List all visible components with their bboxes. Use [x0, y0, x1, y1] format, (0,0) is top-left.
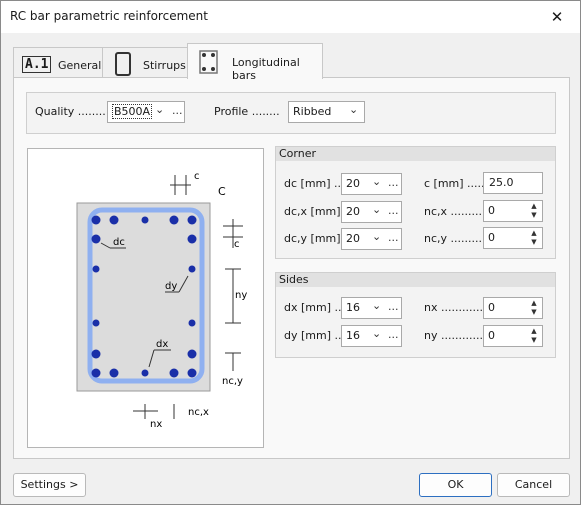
longitudinal-bars-icon: [199, 50, 218, 74]
spin-up-icon[interactable]: ▲: [527, 327, 541, 336]
ny-value: 0: [488, 329, 495, 342]
dim-c-top: c: [194, 171, 200, 182]
more-button[interactable]: ...: [388, 300, 399, 313]
quality-value: B500A: [112, 104, 153, 119]
general-tab-icon: A.1: [22, 56, 52, 73]
dc-label: dc [mm] ....: [284, 177, 349, 190]
dc-select[interactable]: 20 ⌄ ...: [341, 173, 402, 195]
settings-button[interactable]: Settings >: [13, 473, 86, 497]
quality-label: Quality ........: [35, 105, 106, 118]
spin-up-icon[interactable]: ▲: [527, 202, 541, 211]
dx-label: dx [mm] ....: [284, 301, 349, 314]
title-bar: RC bar parametric reinforcement ✕: [1, 1, 580, 33]
dy-label: dy [mm] ....: [284, 329, 349, 342]
stirrup-icon: [115, 52, 131, 76]
c-label: c [mm] ......: [424, 177, 489, 190]
profile-select[interactable]: Ribbed ⌄: [288, 101, 365, 123]
more-button[interactable]: ...: [172, 104, 183, 117]
spin-up-icon[interactable]: ▲: [527, 229, 541, 238]
section-diagram-svg: c C c dc dy dx ny nc,y nx nc,x: [76, 171, 247, 430]
tab-longitudinal-bars-label: Longitudinal bars: [232, 56, 300, 82]
quality-select[interactable]: B500A ⌄ ...: [107, 101, 185, 123]
chevron-down-icon: ⌄: [349, 103, 359, 116]
dy-value: 16: [346, 329, 360, 342]
nx-spinner[interactable]: 0 ▲ ▼: [483, 297, 543, 319]
dim-C: C: [218, 185, 226, 198]
more-button[interactable]: ...: [388, 231, 399, 244]
dim-ny: ny: [235, 290, 247, 301]
chevron-down-icon: ⌄: [372, 203, 382, 216]
dcy-value: 20: [346, 232, 360, 245]
dcx-value: 20: [346, 205, 360, 218]
dim-ncx: nc,x: [188, 407, 209, 418]
spin-down-icon[interactable]: ▼: [527, 238, 541, 247]
dialog-window: RC bar parametric reinforcement ✕ A.1 Ge…: [0, 0, 581, 505]
spin-down-icon[interactable]: ▼: [527, 308, 541, 317]
chevron-down-icon: ⌄: [155, 103, 165, 116]
sides-group-header: Sides: [276, 273, 555, 287]
dim-dx: dx: [156, 339, 168, 350]
ny-spinner[interactable]: 0 ▲ ▼: [483, 325, 543, 347]
dim-c-right: c: [234, 239, 240, 250]
tab-general[interactable]: A.1 General: [13, 47, 104, 78]
ok-button[interactable]: OK: [419, 473, 492, 497]
tab-stirrups-label: Stirrups: [143, 59, 186, 72]
spin-down-icon[interactable]: ▼: [527, 336, 541, 345]
dcy-select[interactable]: 20 ⌄ ...: [341, 228, 402, 250]
ny-label: ny ............: [424, 329, 483, 342]
dy-select[interactable]: 16 ⌄ ...: [341, 325, 402, 347]
chevron-down-icon: ⌄: [372, 230, 382, 243]
ncy-spinner[interactable]: 0 ▲ ▼: [483, 227, 543, 249]
tab-general-label: General: [58, 59, 102, 72]
more-button[interactable]: ...: [388, 204, 399, 217]
close-icon[interactable]: ✕: [534, 1, 580, 33]
cancel-button[interactable]: Cancel: [497, 473, 570, 497]
c-value: 25.0: [489, 176, 514, 189]
dim-nx: nx: [150, 419, 162, 430]
profile-value: Ribbed: [293, 105, 332, 118]
chevron-down-icon: ⌄: [372, 175, 382, 188]
section-diagram: c C c dc dy dx ny nc,y nx nc,x: [27, 148, 264, 448]
spin-down-icon[interactable]: ▼: [527, 211, 541, 220]
corner-group-header: Corner: [276, 147, 555, 161]
dcx-select[interactable]: 20 ⌄ ...: [341, 201, 402, 223]
concrete-section: [76, 202, 211, 392]
ncx-label: nc,x ..........: [424, 205, 486, 218]
corner-title: Corner: [279, 147, 317, 160]
tab-stirrups[interactable]: Stirrups: [102, 47, 189, 78]
more-button[interactable]: ...: [388, 176, 399, 189]
dx-value: 16: [346, 301, 360, 314]
nx-value: 0: [488, 301, 495, 314]
dim-dc: dc: [113, 237, 125, 248]
nx-label: nx ............: [424, 301, 483, 314]
more-button[interactable]: ...: [388, 328, 399, 341]
dx-select[interactable]: 16 ⌄ ...: [341, 297, 402, 319]
ncx-value: 0: [488, 204, 495, 217]
c-input[interactable]: 25.0: [483, 172, 543, 194]
spin-up-icon[interactable]: ▲: [527, 299, 541, 308]
ncy-value: 0: [488, 231, 495, 244]
dc-value: 20: [346, 177, 360, 190]
window-title: RC bar parametric reinforcement: [10, 9, 208, 23]
chevron-down-icon: ⌄: [372, 327, 382, 340]
ncy-label: nc,y ..........: [424, 232, 486, 245]
dim-dy: dy: [165, 281, 177, 292]
ncx-spinner[interactable]: 0 ▲ ▼: [483, 200, 543, 222]
sides-title: Sides: [279, 273, 309, 286]
chevron-down-icon: ⌄: [372, 299, 382, 312]
dim-ncy: nc,y: [222, 376, 243, 387]
profile-label: Profile ........: [214, 105, 280, 118]
tab-longitudinal-bars[interactable]: Longitudinal bars: [187, 43, 323, 82]
